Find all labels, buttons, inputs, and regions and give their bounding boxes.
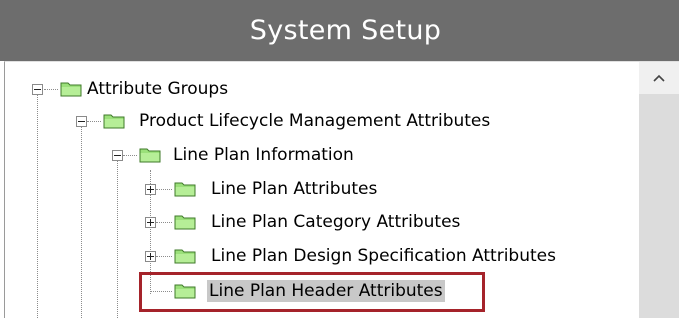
tree-line [156, 222, 172, 223]
folder-icon [174, 182, 196, 197]
tree-item-line-plan-information[interactable]: Line Plan Information [171, 144, 356, 166]
tree-line [44, 89, 58, 90]
collapse-toggle-icon[interactable] [32, 84, 43, 95]
collapse-toggle-icon[interactable] [112, 150, 123, 161]
expand-toggle-icon[interactable] [145, 184, 156, 195]
tree-line [123, 155, 137, 156]
tree-line [156, 189, 172, 190]
tree-line [81, 126, 82, 318]
folder-icon [103, 114, 125, 129]
folder-icon [174, 249, 196, 264]
attribute-tree: Attribute Groups Product Lifecycle Manag… [0, 0, 679, 318]
tree-line [87, 121, 101, 122]
tree-line [156, 256, 172, 257]
expand-toggle-icon[interactable] [145, 251, 156, 262]
expand-toggle-icon[interactable] [145, 217, 156, 228]
highlight-box [139, 272, 485, 312]
tree-item-attribute-groups[interactable]: Attribute Groups [85, 78, 230, 100]
tree-line [37, 94, 38, 318]
folder-icon [60, 82, 82, 97]
tree-line [117, 160, 118, 318]
folder-icon [174, 215, 196, 230]
collapse-toggle-icon[interactable] [76, 116, 87, 127]
tree-item-line-plan-category-attributes[interactable]: Line Plan Category Attributes [209, 211, 462, 233]
folder-icon [139, 148, 161, 163]
tree-item-line-plan-attributes[interactable]: Line Plan Attributes [209, 178, 379, 200]
tree-item-line-plan-design-specification-attributes[interactable]: Line Plan Design Specification Attribute… [209, 245, 558, 267]
tree-item-plm-attributes[interactable]: Product Lifecycle Management Attributes [137, 110, 492, 132]
